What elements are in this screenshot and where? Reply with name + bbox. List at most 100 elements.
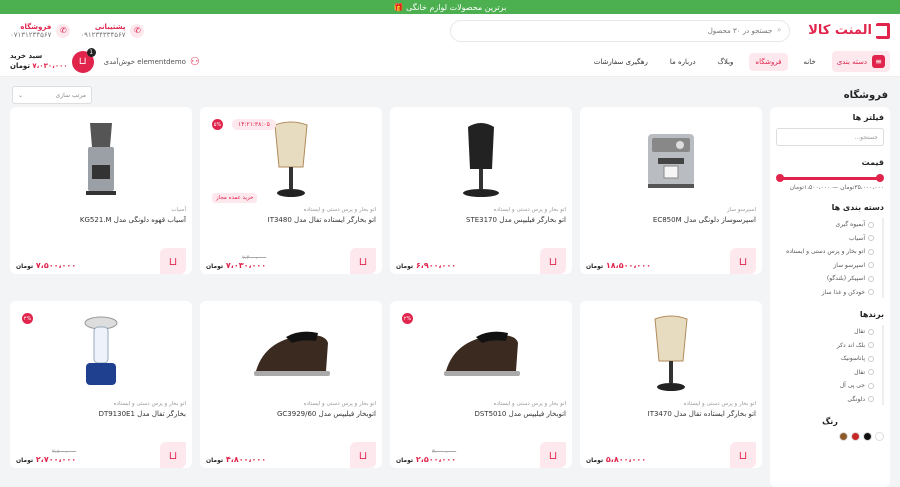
product-category[interactable]: اتو بخار و پرس دستی و ایستاده: [586, 401, 756, 407]
product-name[interactable]: بخارگر تفال مدل DT9130E1: [16, 410, 186, 420]
product-name[interactable]: اتوبخار فیلیپس مدل DST5010: [396, 410, 566, 420]
steam-iron-image[interactable]: ۲%: [396, 307, 566, 399]
brand-option[interactable]: جی پی آل: [776, 379, 874, 393]
checkbox[interactable]: [868, 289, 874, 296]
handheld-steamer-image[interactable]: ۴%: [16, 307, 186, 399]
brand-option[interactable]: بلک اند دکر: [776, 339, 874, 353]
product-card[interactable]: ۴% اتو بخار و پرس دستی و ایستاده بخارگر …: [10, 301, 192, 468]
color-swatch[interactable]: [863, 432, 872, 441]
category-option[interactable]: اسپیکر (بلندگو): [776, 272, 874, 286]
product-price: ۲،۵۰۰،۰۰۰ تومان: [396, 455, 457, 464]
color-swatch[interactable]: [851, 432, 860, 441]
nav-link-blog[interactable]: وبلاگ: [712, 53, 740, 71]
add-to-cart-button[interactable]: ⊔: [160, 248, 186, 274]
price-min-handle[interactable]: [876, 174, 884, 182]
checkbox[interactable]: [868, 221, 874, 228]
store-phone: ۰۷۱۳۱۲۳۴۵۶۷: [10, 30, 52, 39]
checkbox[interactable]: [868, 355, 874, 362]
product-name[interactable]: اسپرسوساز دلونگی مدل EC850M: [586, 216, 756, 226]
product-name[interactable]: اتو بخارگر فیلیپس مدل STE3170: [396, 216, 566, 226]
product-category[interactable]: اتو بخار و پرس دستی و ایستاده: [206, 207, 376, 213]
cart-icon: ⊔: [358, 448, 368, 462]
steam-iron-image[interactable]: [206, 307, 376, 399]
product-name[interactable]: اتو بخارگر ایستاده تفال مدل IT3480: [206, 216, 376, 226]
add-to-cart-button[interactable]: ⊔: [730, 442, 756, 468]
support-contact[interactable]: ✆ پشتیبانی ۰۹۱۲۳۴۳۳۴۵۶۷: [80, 23, 145, 39]
checkbox[interactable]: [868, 235, 874, 242]
product-category[interactable]: آسیاب: [16, 207, 186, 213]
cart-widget[interactable]: ⊔ 1 سبد خرید ۷،۰۳۰،۰۰۰ تومان: [10, 47, 96, 73]
garment-steamer-image[interactable]: [396, 113, 566, 205]
category-option[interactable]: اتو بخار و پرس دستی و ایستاده: [776, 245, 874, 259]
category-option[interactable]: آبمیوه گیری: [776, 218, 874, 232]
support-phone: ۰۹۱۲۳۴۳۳۴۵۶۷: [80, 30, 126, 39]
brand-list[interactable]: تفال بلک اند دکر پاناسونیک تفال جی پی آل…: [776, 325, 884, 405]
product-category[interactable]: اتو بخار و پرس دستی و ایستاده: [16, 401, 186, 407]
brand-option[interactable]: پاناسونیک: [776, 352, 874, 366]
product-card[interactable]: اتو بخار و پرس دستی و ایستاده اتو بخارگر…: [390, 107, 572, 274]
category-option[interactable]: اسپرسو ساز: [776, 259, 874, 273]
cart-icon: ⊔: [738, 448, 748, 462]
product-name[interactable]: اتو بخارگر ایستاده تفال مدل IT3470: [586, 410, 756, 420]
product-card[interactable]: ۲% اتو بخار و پرس دستی و ایستاده اتوبخار…: [390, 301, 572, 468]
filter-search-input[interactable]: جستجو...: [776, 128, 884, 146]
brand-option[interactable]: تفال: [776, 366, 874, 380]
checkbox[interactable]: [868, 369, 874, 376]
product-card[interactable]: اسپرسو ساز اسپرسوساز دلونگی مدل EC850M ⊔…: [580, 107, 762, 274]
product-category[interactable]: اتو بخار و پرس دستی و ایستاده: [396, 207, 566, 213]
add-to-cart-button[interactable]: ⊔: [350, 442, 376, 468]
brand-option[interactable]: تفال: [776, 325, 874, 339]
search-icon[interactable]: ⌕: [777, 26, 781, 35]
checkbox[interactable]: [868, 248, 874, 255]
category-option[interactable]: خودکن و غذا ساز: [776, 286, 874, 299]
price-range-slider[interactable]: [776, 174, 884, 182]
nav-link-shop[interactable]: فروشگاه: [749, 52, 788, 71]
checkbox[interactable]: [868, 275, 874, 282]
product-category[interactable]: اتو بخار و پرس دستی و ایستاده: [206, 401, 376, 407]
brand-option[interactable]: دلونگی: [776, 393, 874, 406]
coffee-grinder-image[interactable]: [16, 113, 186, 205]
checkbox[interactable]: [868, 328, 874, 335]
store-contact[interactable]: ✆ فروشگاه ۰۷۱۳۱۲۳۴۵۶۷: [10, 23, 71, 39]
nav-link-about[interactable]: درباره ما: [664, 53, 702, 71]
checkbox[interactable]: [868, 382, 874, 389]
product-name[interactable]: اتوبخار فیلیپس مدل GC3929/60: [206, 410, 376, 420]
product-card[interactable]: ۵% ۱۴:۲۱:۳۸:۰۵ خرید عمده مجاز اتو بخار و پ…: [200, 107, 382, 274]
promo-banner[interactable]: برترین محصولات لوازم خانگی 🎁: [0, 0, 900, 14]
search-input[interactable]: [459, 26, 773, 35]
nav-link-order-tracking[interactable]: رهگیری سفارشات: [588, 53, 654, 71]
checkbox[interactable]: [868, 342, 874, 349]
product-name[interactable]: آسیاب قهوه دلونگی مدل KG521.M: [16, 216, 186, 226]
price-max-handle[interactable]: [776, 174, 784, 182]
product-card[interactable]: اتو بخار و پرس دستی و ایستاده اتوبخار فی…: [200, 301, 382, 468]
checkbox[interactable]: [868, 262, 874, 269]
category-list[interactable]: آبمیوه گیری آسیاب اتو بخار و پرس دستی و …: [776, 218, 884, 298]
add-to-cart-button[interactable]: ⊔: [730, 248, 756, 274]
product-category[interactable]: اتو بخار و پرس دستی و ایستاده: [396, 401, 566, 407]
standing-steamer-image[interactable]: [586, 307, 756, 399]
nav-link-home[interactable]: خانه: [798, 53, 822, 71]
standing-steamer-image[interactable]: ۵% ۱۴:۲۱:۳۸:۰۵ خرید عمده مجاز: [206, 113, 376, 205]
product-card[interactable]: اتو بخار و پرس دستی و ایستاده اتو بخارگر…: [580, 301, 762, 468]
product-card[interactable]: آسیاب آسیاب قهوه دلونگی مدل KG521.M ⊔ ۷،…: [10, 107, 192, 274]
category-option[interactable]: آسیاب: [776, 232, 874, 246]
site-logo[interactable]: المنت کالا: [808, 22, 890, 39]
search-box[interactable]: ⌕: [450, 19, 791, 42]
user-account[interactable]: ⚇ elementdemo خوش‌آمدی: [104, 55, 200, 68]
add-to-cart-button[interactable]: ⊔: [540, 442, 566, 468]
color-swatch[interactable]: [875, 432, 884, 441]
checkbox[interactable]: [868, 396, 874, 403]
add-to-cart-button[interactable]: ⊔: [160, 442, 186, 468]
add-to-cart-button[interactable]: ⊔: [540, 248, 566, 274]
cart-title: سبد خرید: [10, 52, 43, 61]
add-to-cart-button[interactable]: ⊔: [350, 248, 376, 274]
category-menu-button[interactable]: ≡ دسته بندی: [831, 51, 890, 72]
espresso-machine-image[interactable]: [586, 113, 756, 205]
phone-icon: ✆: [130, 23, 145, 38]
cart-icon: ⊔: [548, 448, 558, 462]
color-swatch[interactable]: [839, 432, 848, 441]
cart-icon: ⊔: [358, 254, 368, 268]
basket-icon[interactable]: ⊔ 1: [71, 47, 96, 73]
sort-select[interactable]: مرتب سازی ⌄: [12, 86, 92, 104]
product-category[interactable]: اسپرسو ساز: [586, 207, 756, 213]
